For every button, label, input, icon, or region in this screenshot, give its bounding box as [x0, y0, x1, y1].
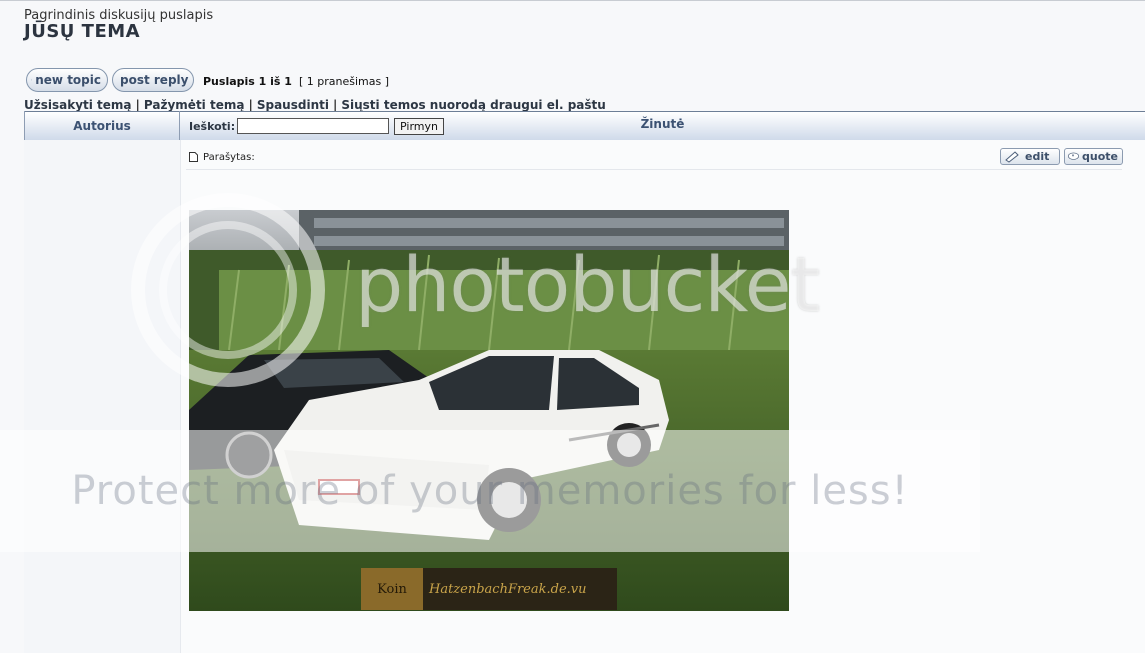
email-topic-link[interactable]: Siųsti temos nuorodą draugui el. paštu	[341, 98, 605, 112]
message-column-header: Žinutė	[640, 117, 685, 131]
page-title: JŪSŲ TEMA	[24, 21, 141, 42]
post-divider	[186, 169, 1122, 170]
subscribe-topic-link[interactable]: Užsisakyti temą	[24, 98, 132, 112]
separator: |	[332, 98, 338, 112]
new-topic-label: new topic	[35, 73, 101, 87]
signature-badge: Koin HatzenbachFreak.de.vu	[361, 568, 617, 610]
post-reply-button[interactable]: post reply	[112, 68, 194, 92]
promo-banner[interactable]: Protect more of your memories for less!	[0, 430, 980, 552]
topic-actions: Užsisakyti temą | Pažymėti temą | Spausdinti…	[24, 98, 606, 112]
separator: |	[135, 98, 140, 112]
posted-label: Parašytas:	[203, 152, 255, 163]
document-icon	[31, 79, 33, 81]
bookmark-topic-link[interactable]: Pažymėti temą	[144, 98, 245, 112]
quote-button[interactable]: " quote	[1064, 148, 1123, 165]
print-topic-link[interactable]: Spausdinti	[257, 98, 329, 112]
quote-icon: "	[1067, 152, 1080, 161]
post-count: [ 1 pranešimas ]	[298, 75, 389, 88]
photobucket-watermark: photobucket	[355, 240, 820, 329]
quote-label: quote	[1082, 150, 1118, 163]
edit-button[interactable]: edit	[1000, 148, 1060, 165]
post-reply-label: post reply	[120, 73, 189, 87]
page-info: Puslapis 1 iš 1	[203, 75, 292, 88]
separator: |	[248, 98, 253, 112]
post-document-icon	[189, 152, 198, 162]
pagination: Puslapis 1 iš 1 [ 1 pranešimas ]	[203, 75, 389, 88]
edit-label: edit	[1025, 150, 1050, 163]
signature-logo: Koin	[361, 568, 423, 610]
new-topic-button[interactable]: new topic	[26, 68, 108, 92]
author-column-header: Autorius	[24, 111, 180, 140]
promo-text: Protect more of your memories for less!	[71, 468, 909, 514]
svg-text:": "	[1072, 155, 1075, 161]
signature-url: HatzenbachFreak.de.vu	[429, 581, 587, 597]
pencil-icon	[1005, 151, 1019, 163]
top-border	[0, 0, 1145, 1]
